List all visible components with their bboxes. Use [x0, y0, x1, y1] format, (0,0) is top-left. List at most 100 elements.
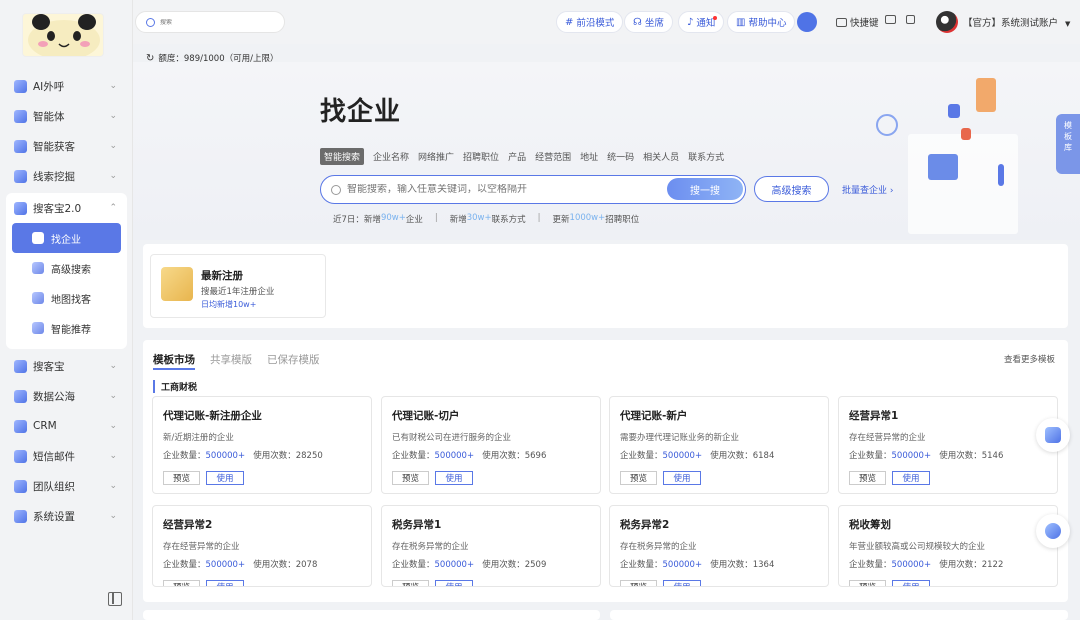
sidebar-sub-map[interactable]: 地图找客 — [12, 283, 121, 313]
search-icon — [146, 17, 155, 27]
image-button[interactable] — [906, 15, 918, 24]
template-stats: 企业数量：500000+ 使用次数：2122 — [849, 558, 1003, 570]
page-title: 找企业 — [320, 97, 402, 127]
use-button[interactable]: 使用 — [892, 580, 930, 586]
sidebar-collapse-icon[interactable] — [108, 592, 122, 606]
use-button[interactable]: 使用 — [435, 471, 473, 485]
company-count: 500000+ — [205, 451, 246, 461]
tab-shared-templates[interactable]: 共享模版 — [210, 352, 252, 370]
template-library-tab[interactable]: 模板库 — [1056, 114, 1080, 174]
new-registration-card[interactable]: 最新注册 搜最近1年注册企业 日均新增10w+ — [150, 254, 326, 318]
frontier-mode-label: 前沿模式 — [576, 18, 615, 29]
template-tabs: 模板市场 共享模版 已保存模版 — [153, 352, 335, 370]
sidebar-sub-recommend[interactable]: 智能推荐 — [12, 313, 121, 343]
frontier-mode-button[interactable]: # 前沿模式 — [556, 11, 624, 33]
sidebar-item-agent[interactable]: 智能体 ⌄ — [0, 101, 133, 131]
global-search[interactable] — [135, 11, 285, 33]
sidebar-item-leads[interactable]: 线索挖掘 ⌄ — [0, 161, 133, 191]
count-label: 企业数量： — [849, 560, 892, 570]
sidebar-item-acquire[interactable]: 智能获客 ⌄ — [0, 131, 133, 161]
tab-web-promo[interactable]: 网络推广 — [418, 148, 454, 165]
template-desc: 存在经营异常的企业 — [163, 542, 240, 552]
use-button[interactable]: 使用 — [435, 580, 473, 586]
use-button[interactable]: 使用 — [892, 471, 930, 485]
preview-button[interactable]: 预览 — [620, 471, 657, 485]
uses-label: 使用次数： — [710, 451, 753, 461]
tab-saved-templates[interactable]: 已保存模版 — [267, 352, 320, 370]
brand-icon[interactable] — [797, 12, 817, 32]
preview-button[interactable]: 预览 — [163, 471, 200, 485]
search-icon — [331, 184, 341, 195]
stats-prefix: 近7日： — [333, 215, 364, 225]
search-type-tabs: 智能搜索 企业名称 网络推广 招聘职位 产品 经营范围 地址 统一码 相关人员 … — [320, 148, 733, 165]
sidebar-sub-advanced-search[interactable]: 高级搜索 — [12, 253, 121, 283]
use-button[interactable]: 使用 — [206, 471, 244, 485]
tab-scope[interactable]: 经营范围 — [535, 148, 571, 165]
gear-icon — [14, 509, 27, 523]
book-icon: ▥ — [736, 16, 746, 28]
more-templates-link[interactable]: 查看更多模板 — [1004, 353, 1055, 365]
sidebar-item-data-sea[interactable]: 数据公海 ⌄ — [0, 381, 133, 411]
use-count: 1364 — [752, 560, 775, 570]
sidebar-sub-find-company[interactable]: 找企业 — [12, 223, 121, 253]
template-card: 代理记账-新户 需要办理代理记账业务的新企业 企业数量：500000+ 使用次数… — [609, 396, 829, 494]
sidebar-sub-label: 高级搜索 — [51, 264, 91, 276]
tab-smart-search[interactable]: 智能搜索 — [320, 148, 365, 165]
global-search-input[interactable] — [160, 18, 270, 26]
count-label: 企业数量： — [849, 451, 892, 461]
sidebar-item-sms-mail[interactable]: 短信邮件 ⌄ — [0, 441, 133, 471]
preview-button[interactable]: 预览 — [849, 471, 886, 485]
company-count: 500000+ — [662, 560, 703, 570]
seat-button[interactable]: ☊ 坐席 — [624, 11, 673, 33]
shortcut-button[interactable]: 快捷键 — [836, 15, 879, 29]
search-button[interactable]: 搜一搜 — [667, 178, 743, 200]
advanced-search-button[interactable]: 高级搜索 — [754, 176, 829, 202]
chevron-up-icon: ⌃ — [109, 203, 117, 213]
sidebar-item-soukebao[interactable]: 搜客宝 ⌄ — [0, 351, 133, 381]
account-menu[interactable]: 【官方】系统测试账户 ▼ — [963, 15, 1070, 29]
tab-recruit[interactable]: 招聘职位 — [463, 148, 499, 165]
use-button[interactable]: 使用 — [206, 580, 244, 586]
use-button[interactable]: 使用 — [663, 580, 701, 586]
preview-button[interactable]: 预览 — [620, 580, 657, 586]
sidebar-item-ai-call[interactable]: AI外呼 ⌄ — [0, 71, 133, 101]
calendar-button[interactable] — [885, 15, 899, 24]
tab-related-person[interactable]: 相关人员 — [643, 148, 679, 165]
preview-button[interactable]: 预览 — [392, 580, 429, 586]
team-icon — [14, 479, 27, 493]
use-count: 2509 — [524, 560, 547, 570]
notice-button[interactable]: ♪ 通知 — [678, 11, 725, 33]
template-card: 税务异常1 存在税务异常的企业 企业数量：500000+ 使用次数：2509 预… — [381, 505, 601, 587]
float-assistant-button[interactable] — [1036, 514, 1070, 548]
avatar[interactable] — [936, 11, 958, 33]
stat-1-post: 企业 — [405, 215, 423, 225]
sidebar-item-team[interactable]: 团队组织 ⌄ — [0, 471, 133, 501]
sidebar-item-soukebao2[interactable]: 搜客宝2.0 ⌃ — [6, 193, 127, 223]
stat-3-value: 1000w+ — [569, 213, 606, 223]
sidebar-item-crm[interactable]: CRM ⌄ — [0, 411, 133, 441]
template-name: 税收筹划 — [849, 519, 891, 531]
chevron-down-icon: ⌄ — [109, 451, 117, 461]
sidebar-item-settings[interactable]: 系统设置 ⌄ — [0, 501, 133, 531]
preview-button[interactable]: 预览 — [392, 471, 429, 485]
company-count: 500000+ — [891, 560, 932, 570]
shortcut-label: 快捷键 — [850, 18, 879, 29]
preview-button[interactable]: 预览 — [849, 580, 886, 586]
divider: | — [537, 213, 541, 223]
headset-icon: ☊ — [633, 16, 642, 28]
uses-label: 使用次数： — [939, 451, 982, 461]
tab-contact[interactable]: 联系方式 — [688, 148, 724, 165]
tab-credit-code[interactable]: 统一码 — [607, 148, 634, 165]
help-center-button[interactable]: ▥ 帮助中心 — [727, 11, 796, 33]
tab-address[interactable]: 地址 — [580, 148, 598, 165]
tab-product[interactable]: 产品 — [508, 148, 526, 165]
tab-template-market[interactable]: 模板市场 — [153, 352, 195, 370]
use-button[interactable]: 使用 — [663, 471, 701, 485]
logo[interactable] — [22, 13, 104, 57]
building-icon — [32, 232, 44, 244]
main-search-input[interactable] — [347, 184, 657, 195]
template-desc: 已有财税公司在进行服务的企业 — [392, 433, 512, 443]
preview-button[interactable]: 预览 — [163, 580, 200, 586]
float-tool-button[interactable] — [1036, 418, 1070, 452]
tab-company-name[interactable]: 企业名称 — [373, 148, 409, 165]
